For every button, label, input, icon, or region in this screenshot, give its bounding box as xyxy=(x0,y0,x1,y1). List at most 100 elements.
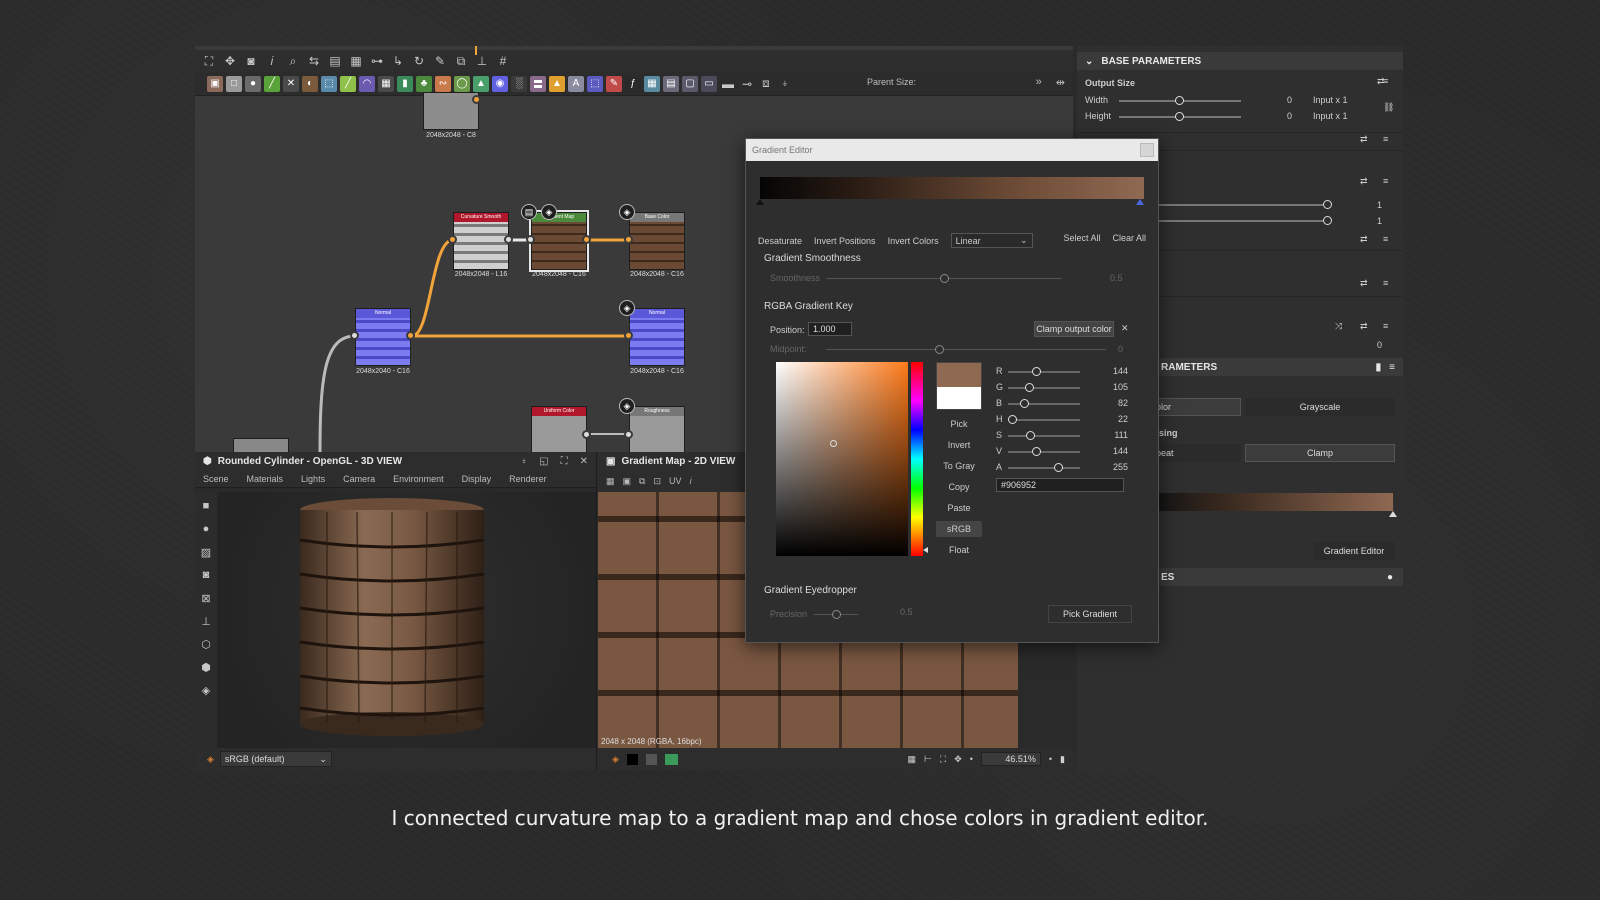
gradient-editor-titlebar[interactable]: Gradient Editor xyxy=(746,139,1158,161)
channel-slider-b[interactable] xyxy=(1008,403,1080,405)
port-input[interactable] xyxy=(526,235,535,244)
layers-stack-icon[interactable]: ◈ xyxy=(207,754,214,765)
pick-gradient-button[interactable]: Pick Gradient xyxy=(1048,605,1132,623)
document-badge-icon[interactable]: ▤ xyxy=(521,204,537,220)
menu-lines-icon[interactable]: ≡ xyxy=(1383,234,1388,244)
to-gray-button[interactable]: To Gray xyxy=(936,458,982,474)
float-button[interactable]: Float xyxy=(936,542,982,558)
param-slider-2[interactable] xyxy=(1157,220,1327,222)
light-bulb-icon[interactable]: ● xyxy=(198,521,214,537)
node-gradient-map[interactable]: Gradient Map xyxy=(529,210,589,272)
color-mode-button[interactable]: olor xyxy=(1151,398,1241,416)
width-slider-knob[interactable] xyxy=(1175,96,1184,105)
invert-positions-button[interactable]: Invert Positions xyxy=(814,236,876,246)
param-slider-knob[interactable] xyxy=(1323,200,1332,209)
port-input[interactable] xyxy=(624,235,633,244)
dot-icon[interactable]: • xyxy=(970,754,973,764)
fit-icon[interactable]: ⛶ xyxy=(940,754,946,765)
channel-slider-r[interactable] xyxy=(1008,371,1080,373)
param-slider-1[interactable] xyxy=(1157,204,1327,206)
output-badge-icon[interactable]: ◈ xyxy=(619,300,635,316)
channel-value-h[interactable]: 22 xyxy=(1088,414,1128,424)
param-value-1[interactable]: 1 xyxy=(1377,200,1382,210)
output-badge-icon[interactable]: ◈ xyxy=(541,204,557,220)
midpoint-slider[interactable] xyxy=(826,349,1106,350)
color-picker-cursor[interactable] xyxy=(830,440,837,447)
gradient-stop-start[interactable] xyxy=(756,199,764,205)
height-value[interactable]: 0 xyxy=(1287,111,1292,121)
port-output[interactable] xyxy=(406,331,415,340)
gradient-stop-end[interactable] xyxy=(1136,199,1144,205)
gizmo-icon[interactable]: ⊢ xyxy=(924,754,932,765)
clamp-output-color-button[interactable]: Clamp output color xyxy=(1034,321,1114,337)
video-camera-icon[interactable]: ■ xyxy=(198,498,214,514)
menu-lights[interactable]: Lights xyxy=(301,474,325,484)
menu-lines-icon[interactable]: ≡ xyxy=(1383,278,1388,288)
black-bg-icon[interactable] xyxy=(626,753,638,765)
screenshot-icon[interactable]: ◙ xyxy=(198,567,214,583)
channel-value-a[interactable]: 255 xyxy=(1088,462,1128,472)
float-icon[interactable]: ◱ xyxy=(539,456,548,467)
lock-icon[interactable]: ▮ xyxy=(1060,754,1065,765)
output-badge-icon[interactable]: ◈ xyxy=(619,204,635,220)
copy-icon[interactable]: ⧉ xyxy=(639,476,645,487)
port-output[interactable] xyxy=(582,430,591,439)
maximize-icon[interactable]: ⛶ xyxy=(561,456,568,467)
gradient-editor-button[interactable]: Gradient Editor xyxy=(1313,542,1395,560)
gradient-bar[interactable] xyxy=(760,177,1144,199)
menu-scene[interactable]: Scene xyxy=(203,474,229,484)
param-slider-knob[interactable] xyxy=(1323,216,1332,225)
clear-all-button[interactable]: Clear All xyxy=(1112,233,1146,243)
save-icon[interactable]: ▣ xyxy=(623,476,632,487)
channel-knob-s[interactable] xyxy=(1025,431,1035,440)
gradient-stop-marker[interactable] xyxy=(1389,511,1397,517)
select-all-button[interactable]: Select All xyxy=(1063,233,1100,243)
saturation-value-picker[interactable] xyxy=(776,362,908,556)
uv-icon[interactable]: ⊠ xyxy=(198,590,214,606)
node-normal[interactable]: Normal xyxy=(355,308,411,366)
pan-icon[interactable]: ✥ xyxy=(954,754,962,765)
grid-toggle-icon[interactable]: ▦ xyxy=(908,754,917,765)
srgb-button[interactable]: sRGB xyxy=(936,521,982,537)
smoothness-knob[interactable] xyxy=(940,274,949,283)
menu-materials[interactable]: Materials xyxy=(247,474,284,484)
node-normal-output[interactable]: Normal xyxy=(629,308,685,366)
axis-icon[interactable]: ⊥ xyxy=(198,613,214,629)
input-link-icon[interactable]: ⇄ xyxy=(1360,176,1368,187)
desaturate-button[interactable]: Desaturate xyxy=(758,236,802,246)
output-badge-icon[interactable]: ◈ xyxy=(619,398,635,414)
input-link-icon[interactable]: ⇄ xyxy=(1360,278,1368,289)
port-input[interactable] xyxy=(624,430,633,439)
remove-key-icon[interactable]: ✕ xyxy=(1121,323,1129,334)
port-output[interactable] xyxy=(472,95,481,104)
port-input[interactable] xyxy=(624,331,633,340)
paste-button[interactable]: Paste xyxy=(936,500,982,516)
invert-button[interactable]: Invert xyxy=(936,437,982,453)
height-mode[interactable]: Input x 1 xyxy=(1313,111,1348,121)
channel-value-v[interactable]: 144 xyxy=(1088,446,1128,456)
uv-label[interactable]: UV xyxy=(669,476,682,486)
channel-knob-v[interactable] xyxy=(1032,447,1042,456)
base-parameters-header[interactable]: ⌄ BASE PARAMETERS xyxy=(1077,52,1403,70)
zoom-field[interactable]: 46.51% xyxy=(980,752,1041,766)
input-link-icon[interactable]: ⇄ xyxy=(1360,134,1368,145)
port-input[interactable] xyxy=(448,235,457,244)
port-input[interactable] xyxy=(350,331,359,340)
channel-value-r[interactable]: 144 xyxy=(1088,366,1128,376)
position-field[interactable]: 1.000 xyxy=(808,322,852,336)
node-top[interactable] xyxy=(423,92,479,130)
gray-bg-icon[interactable] xyxy=(645,753,657,765)
grayscale-mode-button[interactable]: Grayscale xyxy=(1245,398,1395,416)
menu-lines-icon[interactable]: ≡ xyxy=(1383,176,1388,186)
hue-marker[interactable] xyxy=(923,547,928,553)
channel-slider-v[interactable] xyxy=(1008,451,1080,453)
channel-slider-s[interactable] xyxy=(1008,435,1080,437)
layers-stack-icon[interactable]: ◈ xyxy=(612,754,619,765)
node-base-color[interactable]: Base Color xyxy=(629,212,685,270)
param-value-2[interactable]: 1 xyxy=(1377,216,1382,226)
clamp-button[interactable]: Clamp xyxy=(1245,444,1395,462)
menu-environment[interactable]: Environment xyxy=(393,474,444,484)
channel-slider-g[interactable] xyxy=(1008,387,1080,389)
width-value[interactable]: 0 xyxy=(1287,95,1292,105)
node-uniform-color[interactable]: Uniform Color xyxy=(531,406,587,452)
